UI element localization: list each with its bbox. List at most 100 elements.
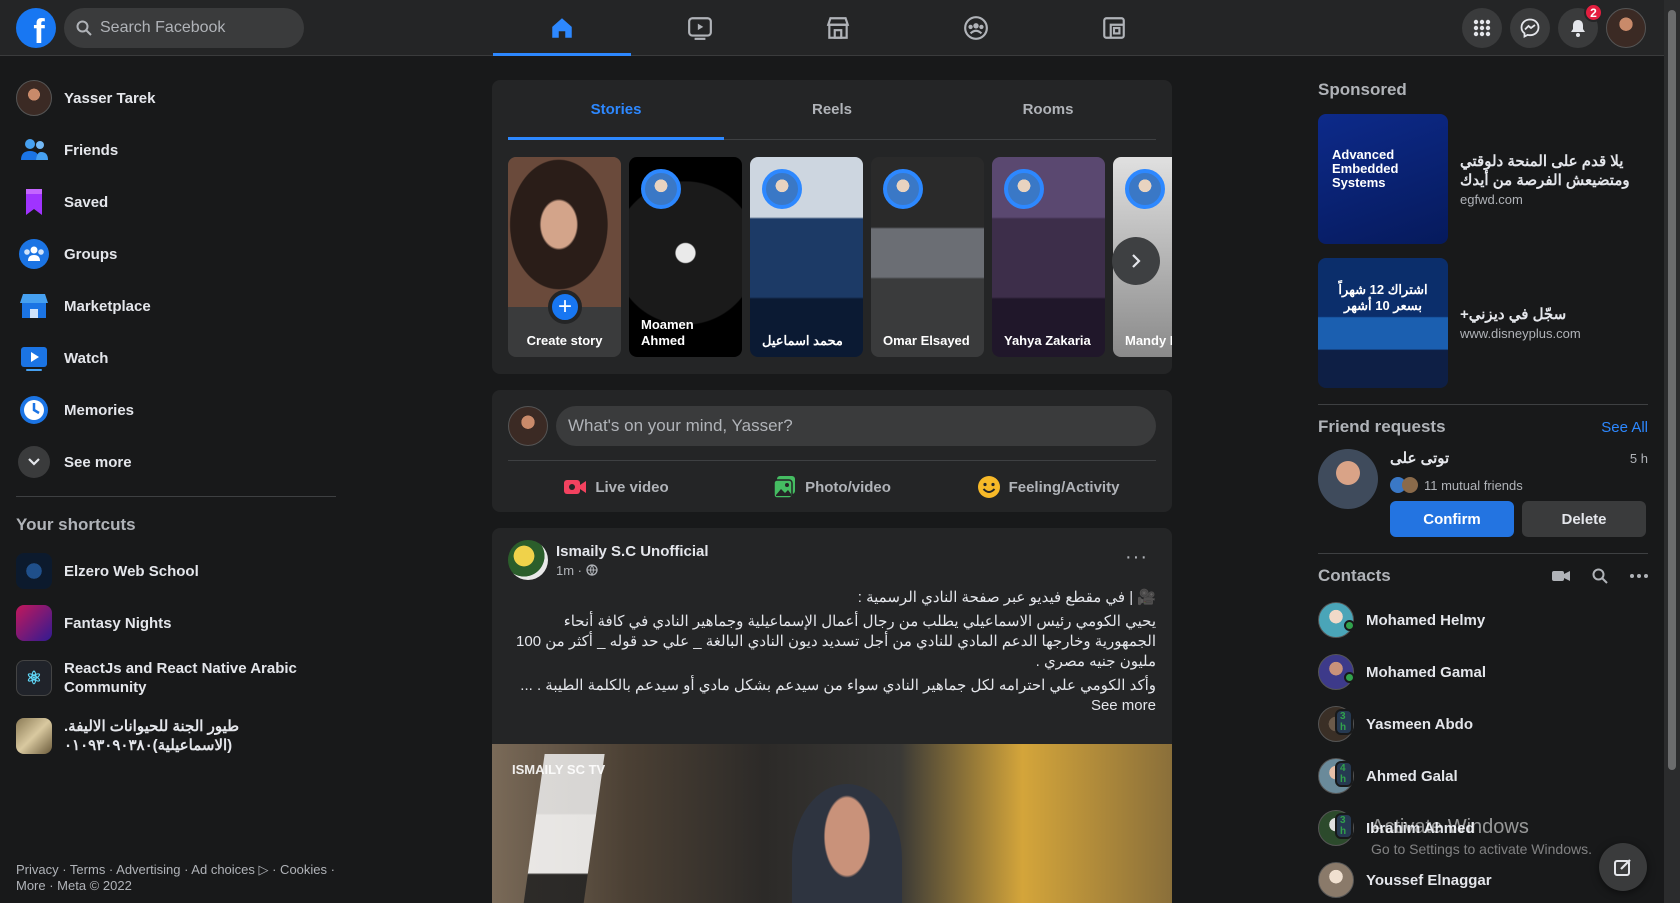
create-story-card[interactable]: + Create story bbox=[508, 157, 621, 357]
page-scrollbar[interactable] bbox=[1664, 0, 1680, 903]
tab-reels[interactable]: Reels bbox=[724, 80, 940, 139]
story-card[interactable]: Omar Elsayed bbox=[871, 157, 984, 357]
photo-icon bbox=[773, 476, 796, 499]
nav-tab-gaming[interactable] bbox=[1045, 0, 1183, 56]
shortcut-label: Elzero Web School bbox=[64, 562, 199, 580]
friend-request-name[interactable]: توتى على bbox=[1390, 449, 1648, 467]
sidebar-item-saved[interactable]: Saved bbox=[8, 176, 344, 228]
account-avatar[interactable] bbox=[1606, 8, 1646, 48]
photo-video-label: Photo/video bbox=[805, 478, 891, 496]
menu-button[interactable] bbox=[1462, 8, 1502, 48]
watch-icon bbox=[21, 347, 47, 371]
story-avatar bbox=[762, 169, 802, 209]
photo-video-button[interactable]: Photo/video bbox=[724, 465, 940, 509]
new-message-button[interactable] bbox=[1599, 843, 1647, 891]
feeling-activity-button[interactable]: Feeling/Activity bbox=[940, 465, 1156, 509]
shortcut-item[interactable]: طيور الجنة للحيوانات الاليفة. (الاسماعيل… bbox=[8, 707, 344, 765]
contact-name: Mohamed Gamal bbox=[1366, 663, 1487, 681]
shortcut-item[interactable]: Elzero Web School bbox=[8, 545, 344, 597]
sidebar-item-watch[interactable]: Watch bbox=[8, 332, 344, 384]
shortcut-item[interactable]: ⚛ ReactJs and React Native Arabic Commun… bbox=[8, 649, 344, 707]
shortcut-thumbnail bbox=[16, 553, 52, 589]
stories-card: Stories Reels Rooms + Create story Moame… bbox=[492, 80, 1172, 374]
shortcuts-title: Your shortcuts bbox=[16, 515, 136, 534]
feed-post: Ismaily S.C Unofficial 1m · ··· 🎥 | في م… bbox=[492, 528, 1172, 903]
story-card[interactable]: Moamen Ahmed bbox=[629, 157, 742, 357]
footer-links[interactable]: Privacy · Terms · Advertising · Ad choic… bbox=[16, 862, 336, 894]
nav-tab-home[interactable] bbox=[493, 0, 631, 56]
story-card[interactable]: Yahya Zakaria bbox=[992, 157, 1105, 357]
contact-item[interactable]: Mohamed Helmy bbox=[1318, 594, 1648, 646]
post-author-avatar[interactable] bbox=[508, 540, 548, 580]
facebook-logo[interactable]: f bbox=[16, 8, 56, 48]
activate-windows-title: Activate Windows bbox=[1371, 816, 1529, 838]
composer-avatar[interactable] bbox=[508, 406, 548, 446]
shortcut-label: طيور الجنة للحيوانات الاليفة. (الاسماعيل… bbox=[64, 718, 240, 754]
story-author: Mandy M bbox=[1125, 333, 1172, 348]
story-avatar bbox=[641, 169, 681, 209]
delete-button[interactable]: Delete bbox=[1522, 501, 1646, 537]
nav-tab-watch[interactable] bbox=[631, 0, 769, 56]
sidebar-item-profile[interactable]: Yasser Tarek bbox=[8, 72, 344, 124]
video-watermark: ISMAILY SC TV bbox=[512, 762, 606, 777]
shortcut-item[interactable]: Fantasy Nights bbox=[8, 597, 344, 649]
sidebar-item-label: Marketplace bbox=[64, 297, 151, 315]
profile-avatar bbox=[16, 80, 52, 116]
friend-requests-title: Friend requests bbox=[1318, 417, 1446, 436]
notifications-button[interactable]: 2 bbox=[1558, 3, 1603, 48]
post-text-line: 🎥 | في مقطع فيديو عبر صفحة النادي الرسمي… bbox=[857, 589, 1156, 606]
main-nav-tabs bbox=[493, 0, 1183, 56]
stories-row: + Create story Moamen Ahmed محمد اسماعيل… bbox=[508, 157, 1172, 357]
last-active-chip: 3 h bbox=[1335, 813, 1353, 839]
messenger-icon bbox=[1520, 18, 1540, 38]
post-author-name[interactable]: Ismaily S.C Unofficial bbox=[556, 543, 709, 560]
scrollbar-thumb[interactable] bbox=[1668, 10, 1676, 770]
new-room-icon[interactable] bbox=[1552, 569, 1570, 583]
memories-icon bbox=[20, 396, 48, 424]
confirm-button[interactable]: Confirm bbox=[1390, 501, 1514, 537]
contact-item[interactable]: Mohamed Gamal bbox=[1318, 646, 1648, 698]
ad-image: Advanced Embedded Systems bbox=[1318, 114, 1448, 244]
nav-tab-marketplace[interactable] bbox=[769, 0, 907, 56]
see-all-link[interactable]: See All bbox=[1601, 419, 1648, 436]
live-video-label: Live video bbox=[595, 478, 669, 496]
ad-image-text: اشتراك 12 شهراً بسعر 10 أشهر bbox=[1338, 282, 1428, 313]
stories-next-button[interactable] bbox=[1112, 237, 1160, 285]
notification-badge: 2 bbox=[1584, 3, 1603, 22]
story-card[interactable]: محمد اسماعيل bbox=[750, 157, 863, 357]
story-author: Yahya Zakaria bbox=[1004, 333, 1091, 348]
ad-item[interactable]: اشتراك 12 شهراً بسعر 10 أشهر سجّل في ديز… bbox=[1318, 258, 1648, 388]
right-divider bbox=[1318, 553, 1648, 554]
last-active-chip: 4 h bbox=[1335, 761, 1353, 787]
tab-stories[interactable]: Stories bbox=[508, 80, 724, 140]
tab-rooms[interactable]: Rooms bbox=[940, 80, 1156, 139]
live-video-button[interactable]: Live video bbox=[508, 465, 724, 509]
bell-icon bbox=[1571, 20, 1585, 37]
search-box[interactable]: Search Facebook bbox=[64, 8, 304, 48]
globe-icon bbox=[585, 563, 598, 576]
sidebar-item-friends[interactable]: Friends bbox=[8, 124, 344, 176]
post-video-thumbnail[interactable]: ISMAILY SC TV bbox=[492, 744, 1172, 903]
story-author: Omar Elsayed bbox=[883, 333, 970, 348]
contact-avatar: 3 h bbox=[1318, 706, 1354, 742]
chevron-down-icon bbox=[28, 458, 40, 466]
saved-icon bbox=[26, 189, 42, 215]
messenger-button[interactable] bbox=[1510, 8, 1550, 48]
friend-request-avatar[interactable] bbox=[1318, 449, 1378, 509]
sidebar-item-label: Watch bbox=[64, 349, 109, 367]
contact-item[interactable]: 3 h Yasmeen Abdo bbox=[1318, 698, 1648, 750]
post-options-button[interactable]: ··· bbox=[1125, 546, 1148, 569]
composer-input[interactable]: What's on your mind, Yasser? bbox=[556, 406, 1156, 446]
more-options-icon[interactable] bbox=[1630, 574, 1648, 578]
sidebar-item-groups[interactable]: Groups bbox=[8, 228, 344, 280]
story-avatar bbox=[883, 169, 923, 209]
post-timestamp[interactable]: 1m · bbox=[556, 563, 709, 578]
sidebar-item-memories[interactable]: Memories bbox=[8, 384, 344, 436]
sidebar-item-see-more[interactable]: See more bbox=[8, 436, 344, 488]
contact-item[interactable]: 4 h Ahmed Galal bbox=[1318, 750, 1648, 802]
nav-tab-groups[interactable] bbox=[907, 0, 1045, 56]
ad-item[interactable]: Advanced Embedded Systems يلا قدم على ال… bbox=[1318, 114, 1648, 244]
contact-avatar: 4 h bbox=[1318, 758, 1354, 794]
search-icon[interactable] bbox=[1592, 568, 1608, 584]
sidebar-item-marketplace[interactable]: Marketplace bbox=[8, 280, 344, 332]
